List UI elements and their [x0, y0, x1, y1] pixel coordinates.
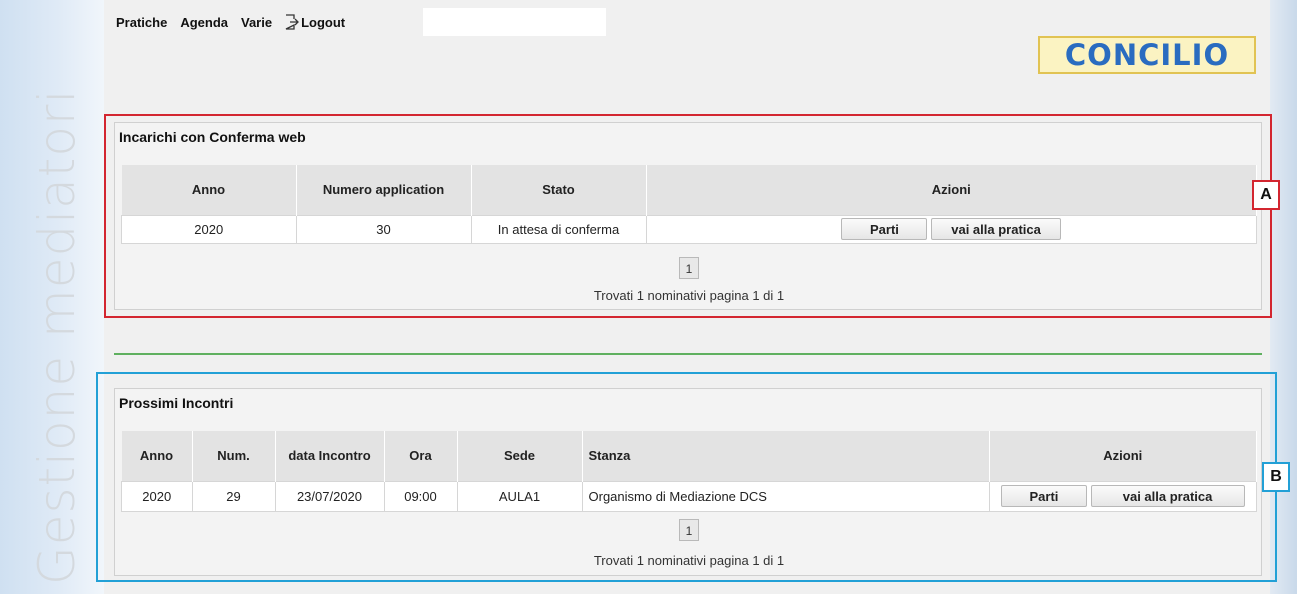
- col-header-azioni: Azioni: [989, 431, 1257, 481]
- main-area: Pratiche Agenda Varie Logout CONCILIO In…: [96, 0, 1277, 594]
- logout-label: Logout: [301, 14, 346, 30]
- panel-title: Incarichi con Conferma web: [119, 129, 306, 145]
- col-header-sede: Sede: [457, 431, 583, 481]
- cell-num: 29: [191, 480, 276, 512]
- col-header-azioni: Azioni: [646, 165, 1257, 215]
- logo: CONCILIO: [1038, 36, 1256, 74]
- col-header-anno: Anno: [121, 165, 297, 215]
- menu-item-varie[interactable]: Varie: [241, 15, 272, 30]
- parti-button[interactable]: Parti: [841, 218, 928, 240]
- separator-line: [114, 353, 1262, 355]
- page-button[interactable]: 1: [679, 519, 699, 541]
- parti-button[interactable]: Parti: [1000, 485, 1087, 507]
- cell-data: 23/07/2020: [274, 480, 385, 512]
- cell-anno: 2020: [121, 480, 193, 512]
- col-header-stanza: Stanza: [582, 431, 990, 481]
- col-header-anno: Anno: [121, 431, 193, 481]
- panel-incarichi: Incarichi con Conferma web Anno Numero a…: [114, 122, 1262, 310]
- top-menu: Pratiche Agenda Varie Logout: [116, 8, 606, 36]
- table-row: 2020 29 23/07/2020 09:00 AULA1 Organismo…: [121, 480, 1257, 512]
- sidebar: Gestione mediatori: [0, 0, 104, 594]
- annotation-label-a: A: [1252, 180, 1280, 210]
- cell-azioni: Parti vai alla pratica: [645, 214, 1257, 244]
- cell-numero: 30: [295, 214, 472, 244]
- cell-ora: 09:00: [383, 480, 458, 512]
- logout-link[interactable]: Logout: [285, 14, 345, 30]
- menu-spacer: [423, 8, 606, 36]
- cell-sede: AULA1: [456, 480, 583, 512]
- col-header-num: Num.: [192, 431, 276, 481]
- col-header-ora: Ora: [384, 431, 458, 481]
- logo-text: CONCILIO: [1064, 38, 1230, 72]
- annotation-label-b: B: [1262, 462, 1290, 492]
- page-button[interactable]: 1: [679, 257, 699, 279]
- table-row: 2020 30 In attesa di conferma Parti vai …: [121, 214, 1257, 244]
- cell-stanza: Organismo di Mediazione DCS: [581, 480, 990, 512]
- cell-anno: 2020: [121, 214, 297, 244]
- col-header-numero: Numero application: [296, 165, 472, 215]
- vai-alla-pratica-button[interactable]: vai alla pratica: [931, 218, 1062, 240]
- incarichi-table: Anno Numero application Stato Azioni 202…: [121, 165, 1257, 244]
- menu-item-pratiche[interactable]: Pratiche: [116, 15, 167, 30]
- panel-title: Prossimi Incontri: [119, 395, 234, 411]
- logout-icon: [285, 14, 299, 30]
- panel-prossimi-incontri: Prossimi Incontri Anno Num. data Incontr…: [114, 388, 1262, 576]
- incontri-table: Anno Num. data Incontro Ora Sede Stanza …: [121, 431, 1257, 512]
- results-info: Trovati 1 nominativi pagina 1 di 1: [593, 553, 785, 568]
- cell-stato: In attesa di conferma: [470, 214, 647, 244]
- col-header-data: data Incontro: [275, 431, 385, 481]
- results-info: Trovati 1 nominativi pagina 1 di 1: [593, 288, 785, 303]
- vai-alla-pratica-button[interactable]: vai alla pratica: [1090, 485, 1245, 507]
- menu-item-agenda[interactable]: Agenda: [180, 15, 228, 30]
- sidebar-title: Gestione mediatori: [28, 88, 86, 585]
- col-header-stato: Stato: [471, 165, 647, 215]
- cell-azioni: Parti vai alla pratica: [988, 480, 1257, 512]
